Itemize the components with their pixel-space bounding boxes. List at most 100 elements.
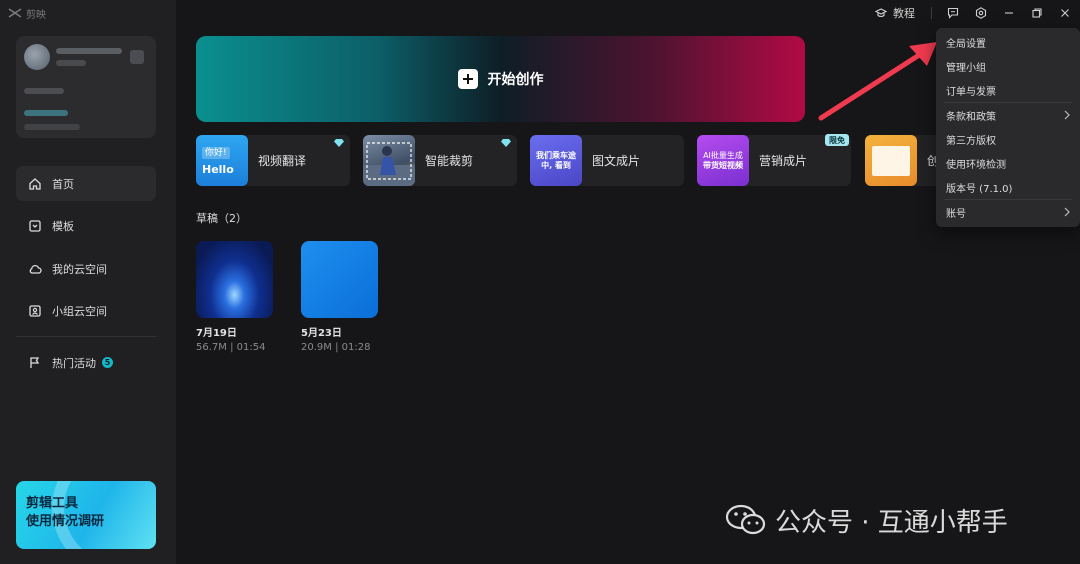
wechat-icon: [725, 504, 766, 535]
draft-meta: 20.9M | 01:28: [301, 342, 371, 353]
menu-item-manage-team[interactable]: 管理小组: [936, 54, 1080, 78]
profile-edit-icon[interactable]: [130, 50, 144, 64]
tool-label: 营销成片: [759, 154, 808, 168]
menu-item-label: 版本号 (7.1.0): [946, 183, 1013, 195]
close-button[interactable]: [1058, 6, 1072, 20]
menu-item-label: 订单与发票: [946, 86, 996, 98]
tool-video-translate[interactable]: 你好! Hello 视频翻译: [196, 135, 350, 186]
tool-smart-crop[interactable]: 智能裁剪: [363, 135, 517, 186]
home-icon: [29, 177, 41, 190]
tool-partial[interactable]: 创: [865, 135, 939, 186]
person-silhouette-icon: [363, 142, 415, 186]
profile-storage-blurred: [24, 124, 80, 130]
app-window: 剪映 首页 模板 我的云空间 小组云空间 热门活动 5 剪辑工具 使用情况调研 …: [0, 0, 1080, 564]
survey-title-line1: 剪辑工具: [26, 496, 79, 511]
draft-meta: 56.7M | 01:54: [196, 342, 266, 353]
menu-item-account[interactable]: 账号: [936, 200, 1080, 224]
survey-title-line2: 使用情况调研: [26, 514, 105, 529]
tutorial-label: 教程: [893, 7, 915, 20]
capcut-logo-icon: [8, 8, 22, 18]
watermark: 公众号 · 互通小帮手: [725, 500, 1008, 540]
profile-info-blurred: [24, 88, 64, 94]
cloud-icon: [29, 264, 42, 274]
menu-item-version[interactable]: 版本号 (7.1.0): [936, 175, 1080, 199]
graduation-cap-icon: [875, 8, 887, 18]
draft-date: 7月19日: [196, 328, 237, 339]
survey-banner[interactable]: 剪辑工具 使用情况调研: [16, 481, 156, 549]
start-creating-label: 开始创作: [487, 72, 544, 88]
tutorial-button[interactable]: 教程: [875, 5, 915, 21]
sidebar-item-templates[interactable]: 模板: [16, 209, 156, 244]
menu-item-label: 管理小组: [946, 62, 986, 74]
draft-item[interactable]: 5月23日 20.9M | 01:28: [301, 241, 379, 353]
draft-date: 5月23日: [301, 328, 342, 339]
sidebar-item-my-cloud[interactable]: 我的云空间: [16, 251, 156, 286]
start-creating-button[interactable]: 开始创作: [196, 36, 805, 122]
sidebar-item-team-cloud[interactable]: 小组云空间: [16, 294, 156, 329]
titlebar-controls: 教程: [875, 4, 1080, 22]
restore-button[interactable]: [1030, 6, 1044, 20]
sidebar-nav: 首页 模板 我的云空间 小组云空间 热门活动 5: [16, 166, 156, 388]
limited-free-badge: 限免: [825, 134, 849, 146]
sidebar-item-label: 热门活动: [52, 356, 96, 370]
tool-text-to-video[interactable]: 我们乘车途 中, 看到 图文成片: [530, 135, 684, 186]
flag-icon: [30, 356, 40, 368]
draft-thumbnail[interactable]: [301, 241, 378, 318]
thumb-text-top: 你好!: [202, 146, 230, 159]
menu-item-third-party-copyright[interactable]: 第三方版权: [936, 127, 1080, 151]
sidebar-item-label: 模板: [52, 220, 74, 233]
thumb-text-bottom: 中, 看到: [541, 160, 571, 170]
thumb-text-top: 我们乘车途: [536, 150, 576, 160]
thumb-text-bottom: 带货短视频: [703, 160, 743, 170]
sidebar-item-label: 我的云空间: [52, 262, 107, 276]
team-cloud-icon: [29, 305, 41, 317]
menu-item-global-settings[interactable]: 全局设置: [936, 30, 1080, 54]
template-icon: [29, 220, 41, 232]
sidebar: 剪映 首页 模板 我的云空间 小组云空间 热门活动 5 剪辑工具 使用情况调研: [0, 0, 176, 564]
sidebar-divider: [16, 336, 156, 337]
app-brand: 剪映: [8, 6, 46, 21]
draft-item[interactable]: 7月19日 56.7M | 01:54: [196, 241, 274, 353]
chevron-right-icon: [1064, 207, 1070, 217]
events-count-badge: 5: [102, 357, 113, 368]
tool-marketing-video[interactable]: AI批量生成 带货短视频 营销成片 限免: [697, 134, 851, 186]
profile-plan-blurred: [24, 110, 68, 116]
thumb-text-top: AI批量生成: [703, 150, 743, 160]
sidebar-item-home[interactable]: 首页: [16, 166, 156, 201]
app-brand-label: 剪映: [26, 9, 46, 21]
menu-item-orders-invoices[interactable]: 订单与发票: [936, 78, 1080, 102]
chevron-right-icon: [1064, 110, 1070, 120]
menu-item-terms-policies[interactable]: 条款和政策: [936, 103, 1080, 127]
titlebar-divider: [931, 7, 932, 19]
profile-name-blurred: [56, 48, 122, 54]
text-to-video-thumbnail: 我们乘车途 中, 看到: [530, 135, 582, 186]
video-translate-thumbnail: 你好! Hello: [196, 135, 248, 186]
menu-item-label: 全局设置: [946, 38, 986, 50]
sidebar-item-label: 小组云空间: [52, 305, 107, 318]
menu-item-label: 第三方版权: [946, 135, 996, 147]
settings-icon: [975, 7, 987, 19]
draft-thumbnail[interactable]: [196, 241, 273, 318]
profile-card[interactable]: [16, 36, 156, 138]
profile-subtitle-blurred: [56, 60, 86, 66]
plus-icon: [457, 69, 478, 89]
restore-icon: [1032, 8, 1042, 18]
menu-item-label: 条款和政策: [946, 111, 996, 123]
annotation-arrow: [818, 42, 937, 121]
tool-label: 智能裁剪: [425, 154, 474, 168]
tool-label: 视频翻译: [258, 154, 307, 168]
menu-item-label: 使用环境检测: [946, 159, 1006, 171]
settings-button[interactable]: [974, 6, 988, 20]
close-icon: [1061, 9, 1069, 17]
menu-item-environment-check[interactable]: 使用环境检测: [936, 151, 1080, 175]
sidebar-item-label: 首页: [52, 177, 74, 191]
diamond-icon: [501, 139, 511, 147]
minimize-button[interactable]: [1002, 6, 1016, 20]
feedback-button[interactable]: [946, 6, 960, 20]
menu-item-label: 账号: [946, 208, 966, 220]
smart-crop-thumbnail: [363, 135, 415, 186]
sidebar-item-events[interactable]: 热门活动 5: [16, 345, 156, 380]
partial-tool-thumbnail: [865, 135, 917, 186]
avatar[interactable]: [24, 44, 50, 70]
drafts-heading: 草稿（2）: [196, 212, 247, 225]
